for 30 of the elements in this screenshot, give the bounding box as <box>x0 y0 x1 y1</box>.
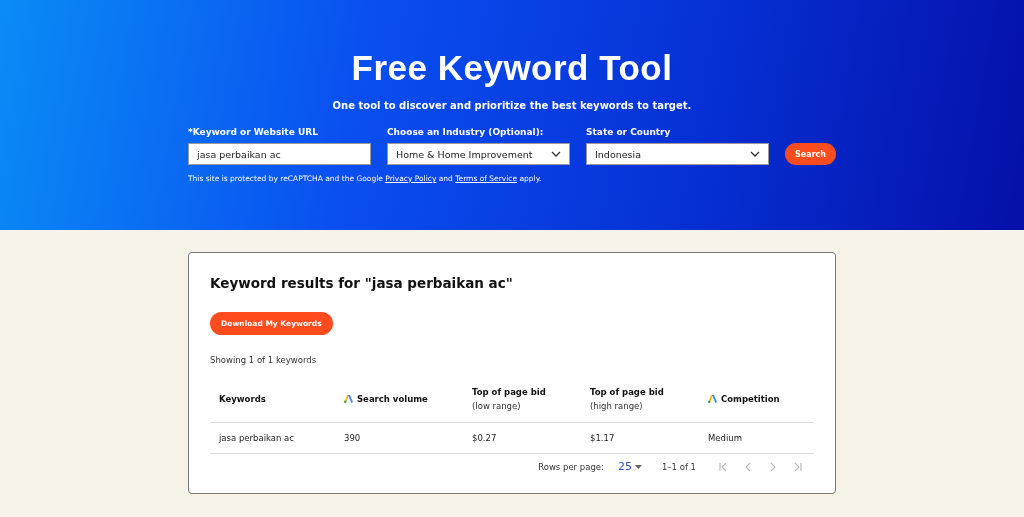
ads-icon <box>344 394 353 403</box>
table-cell-text: 390 <box>344 433 362 443</box>
field-label: State or Country <box>586 127 672 137</box>
ads-icon <box>708 394 717 403</box>
table-cell-text: Medium <box>708 433 743 443</box>
column-header: Keywords <box>219 393 267 404</box>
table-cell-text: $1.17 <box>590 433 616 443</box>
field-label: *Keyword or Website URL <box>188 127 319 137</box>
page-range: 1–1 of 1 <box>661 461 696 472</box>
field-label: Choose an Industry (Optional): <box>387 127 545 137</box>
dropdown-field[interactable]: Home & Home Improvement <box>387 143 571 165</box>
table-cell-text: jasa perbaikan ac <box>219 433 295 443</box>
page-title: Free Keyword Tool <box>351 48 673 88</box>
page-subtitle: One tool to discover and prioritize the best keywords to target. <box>332 100 692 111</box>
keyword-input-field[interactable]: jasa perbaikan ac <box>188 143 371 165</box>
column-subheader: (high range) <box>590 400 644 411</box>
results-title: Keyword results for "jasa perbaikan ac" <box>210 275 514 291</box>
rows-per-page-label: Rows per page: <box>538 461 604 472</box>
caret-icon <box>634 464 642 469</box>
table-cell-text: $0.27 <box>472 433 498 443</box>
column-subheader: (low range) <box>472 400 522 411</box>
column-header: Top of page bid <box>590 386 665 397</box>
rows-per-page-select[interactable]: 25 <box>617 460 642 473</box>
column-header: Top of page bid <box>472 386 547 397</box>
column-header: Search volume <box>344 393 472 404</box>
chevron-down-icon <box>750 151 761 157</box>
chevron-down-icon <box>551 151 562 157</box>
dropdown-field[interactable]: Indonesia <box>586 143 770 165</box>
results-count: Showing 1 of 1 keywords <box>210 355 318 365</box>
column-header: Competition <box>708 393 814 404</box>
